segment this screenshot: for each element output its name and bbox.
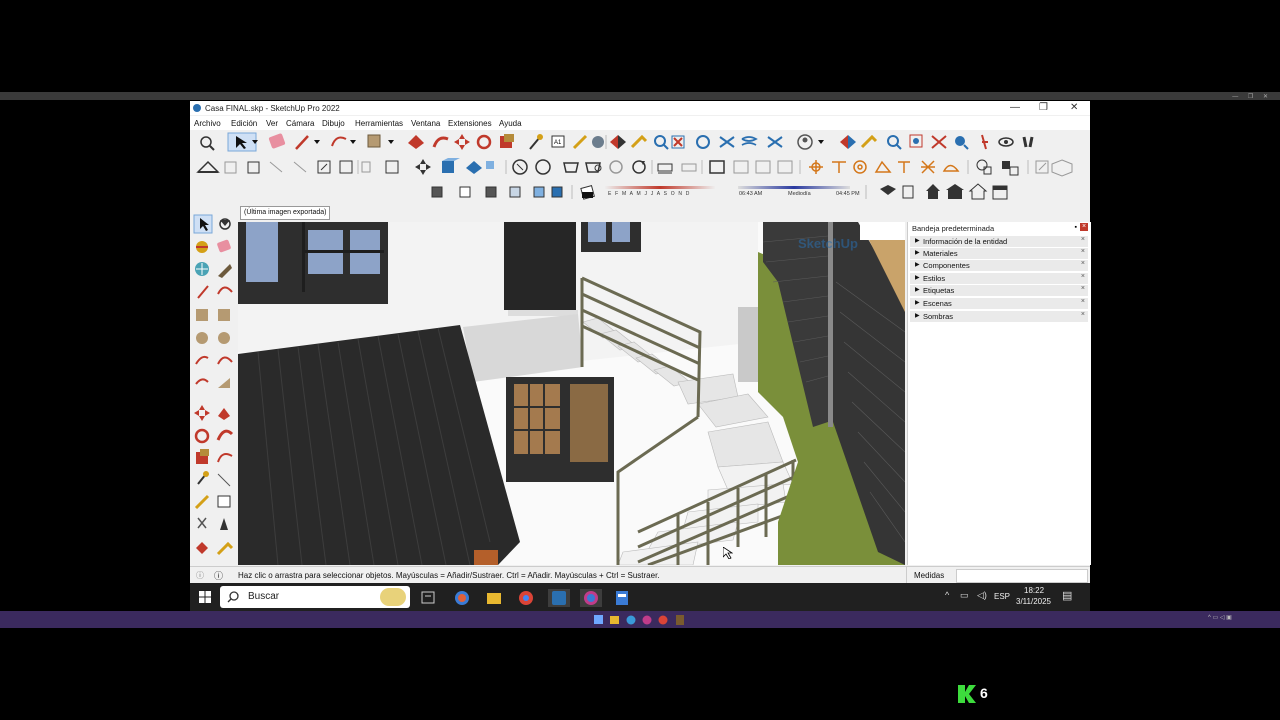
remote-session-bar (0, 92, 1280, 100)
menu-herramientas[interactable]: Herramientas (355, 119, 403, 128)
title-bar: Casa FINAL.skp - SketchUp Pro 2022 — ❐ ✕ (190, 101, 1090, 115)
close-button[interactable]: ✕ (1070, 102, 1078, 113)
tray-item-entity-info[interactable]: ▶ Información de la entidad × (910, 236, 1088, 248)
host-taskbar: ^ ▭ ◁ ▣ (0, 611, 1280, 628)
menu-ayuda[interactable]: Ayuda (499, 119, 522, 128)
toolbar-row-1: A1 (190, 131, 1090, 153)
status-hint: Haz clic o arrastra para seleccionar obj… (238, 571, 660, 580)
badge-logo-icon (958, 685, 976, 703)
left-tool-icons[interactable] (190, 212, 238, 565)
info-icon[interactable]: ⓘ (214, 569, 223, 582)
tray-close-icon[interactable]: × (1080, 223, 1088, 231)
expand-arrow-icon: ▶ (915, 275, 920, 281)
close-icon[interactable]: × (1081, 311, 1085, 318)
host-tray-icons[interactable]: ^ ▭ ◁ ▣ (1208, 614, 1232, 621)
menu-edicion[interactable]: Edición (231, 119, 257, 128)
notification-icon[interactable]: ▤ (1062, 589, 1072, 602)
shadow-time-mid: Mediodía (788, 191, 811, 197)
geolocation-icon[interactable]: ⓘ (196, 570, 204, 581)
shadow-time-start: 06:43 AM (739, 191, 763, 197)
close-icon[interactable]: × (1081, 298, 1085, 305)
volume-icon[interactable]: ◁) (977, 590, 987, 601)
sketchup-window: Casa FINAL.skp - SketchUp Pro 2022 — ❐ ✕… (190, 101, 1091, 584)
svg-text:A1: A1 (554, 140, 562, 146)
measure-input[interactable] (956, 569, 1088, 583)
toolbar-row-1-icons[interactable]: A1 (190, 131, 1090, 153)
taskbar-app-icons[interactable] (420, 589, 640, 607)
toolbar-row-2 (190, 156, 1090, 178)
restore-button[interactable]: ❐ (1039, 102, 1048, 113)
expand-arrow-icon: ▶ (915, 262, 920, 268)
left-toolbar (190, 212, 238, 565)
clock-date[interactable]: 3/11/2025 (1016, 597, 1051, 606)
toolbar-row-3: E F M A M J J A S O N D 06:43 AM Mediodí… (190, 181, 1090, 203)
expand-arrow-icon: ▶ (915, 250, 920, 256)
search-icon (227, 591, 239, 603)
tray-item-shadows[interactable]: ▶ Sombras × (910, 311, 1088, 323)
sketchup-watermark: SketchUp (798, 236, 858, 251)
pin-icon[interactable]: ▪ (1075, 224, 1077, 231)
windows-start-icon[interactable] (199, 591, 211, 603)
measure-label: Medidas (914, 571, 945, 580)
clock-time[interactable]: 18:22 (1024, 586, 1044, 595)
language-indicator[interactable]: ESP (994, 592, 1010, 601)
house-model-drawing (238, 222, 905, 565)
model-viewport[interactable]: SketchUp (238, 222, 905, 565)
menu-bar: Archivo Edición Ver Cámara Dibujo Herram… (190, 116, 1090, 130)
expand-arrow-icon: ▶ (915, 287, 920, 293)
tray-item-tags[interactable]: ▶ Etiquetas × (910, 285, 1088, 297)
search-placeholder: Buscar (248, 591, 280, 602)
host-taskbar-icons[interactable] (594, 614, 686, 626)
close-icon[interactable]: × (1081, 236, 1085, 243)
window-title: Casa FINAL.skp - SketchUp Pro 2022 (205, 104, 340, 113)
search-box[interactable]: Buscar (220, 586, 410, 608)
tray-title: Bandeja predeterminada (912, 224, 995, 233)
windows-taskbar: Buscar ^ ▭ ◁) ESP 18:22 3/11/2025 ▤ (190, 583, 1090, 611)
minimize-button[interactable]: — (1010, 102, 1020, 113)
close-icon[interactable]: × (1081, 260, 1085, 267)
menu-ventana[interactable]: Ventana (411, 119, 440, 128)
expand-arrow-icon: ▶ (915, 313, 920, 319)
network-icon[interactable]: ▭ (960, 590, 969, 601)
shadow-months: E F M A M J J A S O N D (608, 191, 691, 197)
status-bar: ⓘ ⓘ Haz clic o arrastra para seleccionar… (190, 566, 1090, 584)
close-icon[interactable]: × (1081, 285, 1085, 292)
tray-chevron-icon[interactable]: ^ (945, 590, 949, 600)
menu-archivo[interactable]: Archivo (194, 119, 221, 128)
search-highlight-icon (380, 588, 406, 606)
sketchup-logo-icon (193, 104, 201, 112)
expand-arrow-icon: ▶ (915, 238, 920, 244)
expand-arrow-icon: ▶ (915, 300, 920, 306)
tray-item-components[interactable]: ▶ Componentes × (910, 260, 1088, 272)
toolbar-row-2-icons[interactable] (190, 156, 1090, 178)
cursor-arrow-icon (723, 547, 733, 559)
status-divider (906, 567, 907, 584)
tooltip: (Última imagen exportada) (240, 206, 331, 220)
default-tray: Bandeja predeterminada ▪ × ▶ Información … (907, 222, 1091, 565)
menu-ver[interactable]: Ver (266, 119, 278, 128)
menu-dibujo[interactable]: Dibujo (322, 119, 345, 128)
menu-camara[interactable]: Cámara (286, 119, 314, 128)
menu-extensiones[interactable]: Extensiones (448, 119, 492, 128)
badge-count: 6 (980, 685, 988, 701)
remote-window-controls[interactable]: — ❐ ✕ (1232, 93, 1272, 100)
tray-item-scenes[interactable]: ▶ Escenas × (910, 298, 1088, 310)
close-icon[interactable]: × (1081, 248, 1085, 255)
close-icon[interactable]: × (1081, 273, 1085, 280)
tray-item-styles[interactable]: ▶ Estilos × (910, 273, 1088, 285)
tray-item-materials[interactable]: ▶ Materiales × (910, 248, 1088, 260)
shadow-time-end: 04:45 PM (836, 191, 860, 197)
